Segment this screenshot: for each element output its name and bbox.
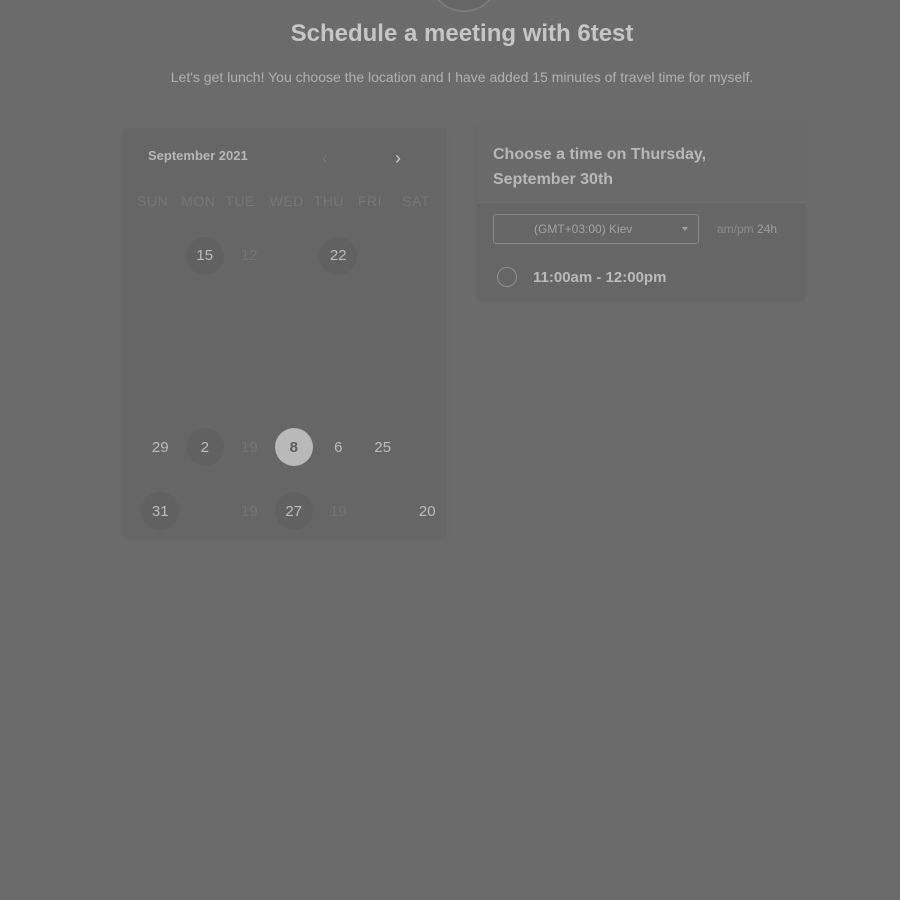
calendar-day-number: 15 [185, 236, 224, 275]
calendar-day-number: 8 [274, 428, 313, 467]
calendar-day-number: 12 [240, 247, 258, 265]
calendar-day[interactable]: 25 [361, 415, 406, 479]
format-ampm-option[interactable]: am/pm [717, 222, 754, 236]
calendar-day-number [186, 301, 224, 339]
calendar-day-number: 19 [240, 438, 258, 456]
calendar-day: 19 [227, 415, 272, 479]
weekday-label: SAT [402, 193, 430, 209]
caret-down-icon [682, 227, 688, 231]
calendar-day [272, 288, 317, 352]
calendar-day-number [408, 428, 446, 466]
weekday-label: THU [313, 193, 345, 209]
calendar-day-number: 29 [151, 438, 169, 456]
calendar-day [272, 352, 317, 416]
calendar-day-number: 19 [240, 502, 258, 520]
calendar-day-number [275, 364, 313, 402]
calendar-day-number [364, 492, 402, 530]
calendar-day-number [364, 237, 402, 275]
calendar-day-number [230, 301, 268, 339]
calendar-day [138, 288, 183, 352]
calendar-day-number [408, 237, 446, 275]
calendar-day [361, 288, 406, 352]
calendar-day-number [230, 364, 268, 402]
calendar-day[interactable]: 8 [272, 415, 317, 479]
time-slot-option[interactable]: 11:00am - 12:00pm [497, 265, 666, 289]
calendar-day [361, 224, 406, 288]
weekday-label: WED [269, 193, 304, 209]
calendar-day[interactable]: 31 [138, 479, 183, 543]
calendar-day: 19 [316, 479, 361, 543]
calendar-day [183, 479, 228, 543]
calendar-day-grid: 15 12 22 29 2 19 8 6 25 31 19 27 19 20 [138, 224, 450, 543]
calendar-day-number [275, 301, 313, 339]
calendar-day-number [186, 364, 224, 402]
timezone-value: (GMT+03:00) Kiev [534, 222, 633, 236]
calendar-day [361, 352, 406, 416]
calendar-day [227, 288, 272, 352]
calendar-day-number: 27 [274, 492, 313, 531]
calendar-day [405, 352, 450, 416]
page-title: Schedule a meeting with 6test [290, 20, 634, 47]
time-format-toggle: am/pm 24h [717, 222, 777, 236]
calendar-day-number: 2 [185, 428, 224, 467]
calendar-day-number [186, 492, 224, 530]
calendar-day [183, 288, 228, 352]
calendar-day-number: 25 [374, 438, 392, 456]
calendar-day-number [275, 237, 313, 275]
calendar-day-number [408, 364, 446, 402]
radio-icon[interactable] [497, 267, 517, 287]
calendar-day-number [141, 237, 179, 275]
calendar-day-number [319, 301, 357, 339]
calendar-day [272, 224, 317, 288]
calendar-day[interactable]: 29 [138, 415, 183, 479]
page-description: Let's get lunch! You choose the location… [170, 69, 754, 85]
calendar-day-number: 31 [141, 492, 180, 531]
calendar-day-number: 6 [334, 438, 343, 456]
calendar-day [361, 479, 406, 543]
calendar-day[interactable]: 20 [405, 479, 450, 543]
calendar-day [316, 288, 361, 352]
calendar-day-number [408, 301, 446, 339]
calendar-day: 12 [227, 224, 272, 288]
calendar-day [183, 352, 228, 416]
calendar-day [405, 224, 450, 288]
calendar-day [227, 352, 272, 416]
chevron-right-icon[interactable]: › [395, 148, 401, 168]
weekday-header: SUN MON TUE WED THU FRI SAT [137, 193, 446, 209]
calendar-day [138, 224, 183, 288]
weekday-label: SUN [137, 193, 169, 209]
calendar-day[interactable]: 22 [316, 224, 361, 288]
calendar-day-number: 19 [329, 502, 347, 520]
calendar-day-number [141, 301, 179, 339]
time-slot-title: Choose a time on Thursday, September 30t… [493, 146, 707, 188]
calendar-day[interactable]: 2 [183, 415, 228, 479]
calendar-day[interactable]: 15 [183, 224, 228, 288]
format-24h-option[interactable]: 24h [757, 222, 777, 236]
calendar-day [405, 415, 450, 479]
calendar-day: 19 [227, 479, 272, 543]
calendar-day-number [319, 364, 357, 402]
chevron-left-icon[interactable]: ‹ [322, 148, 328, 168]
calendar-month-label: September 2021 [148, 148, 248, 163]
calendar-day[interactable]: 6 [316, 415, 361, 479]
weekday-label: TUE [225, 193, 255, 209]
calendar-day-number [364, 364, 402, 402]
avatar [428, 0, 500, 12]
calendar-day[interactable]: 27 [272, 479, 317, 543]
weekday-label: FRI [357, 193, 382, 209]
calendar-day-number: 20 [418, 502, 436, 520]
calendar-day-number [141, 364, 179, 402]
calendar-day [138, 352, 183, 416]
calendar-day [405, 288, 450, 352]
calendar-day-number: 22 [319, 236, 358, 275]
calendar-day [316, 352, 361, 416]
calendar-day-number [364, 301, 402, 339]
timezone-select[interactable]: (GMT+03:00) Kiev [493, 214, 699, 244]
time-slot-label: 11:00am - 12:00pm [533, 268, 667, 286]
weekday-label: MON [181, 193, 216, 209]
